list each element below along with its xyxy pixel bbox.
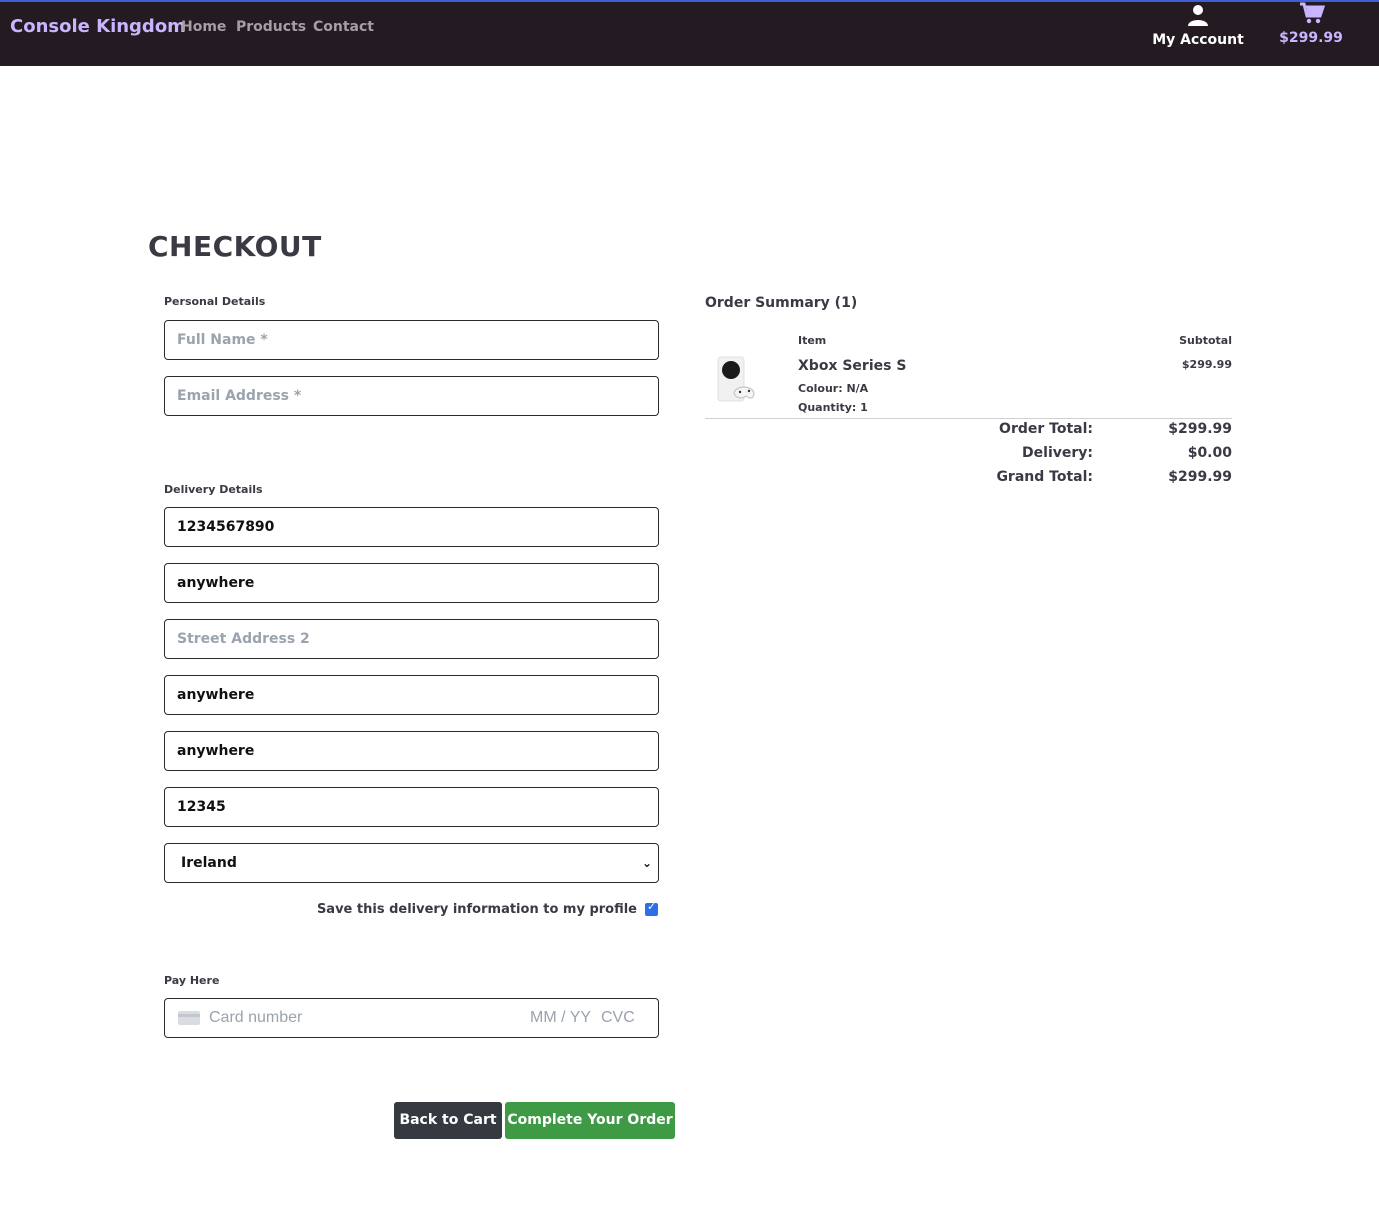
shopping-cart-icon <box>1300 2 1325 24</box>
phone-input[interactable]: 1234567890 <box>164 507 659 547</box>
brand-logo[interactable]: Console Kingdom <box>10 16 186 37</box>
country-select-value: Ireland <box>181 855 237 871</box>
chevron-down-icon: ⌄ <box>641 856 652 870</box>
complete-order-button[interactable]: Complete Your Order <box>505 1102 675 1139</box>
card-element[interactable]: Card number MM / YY CVC <box>164 998 659 1038</box>
nav-link-home[interactable]: Home <box>181 19 226 35</box>
subtotal-column-header: Subtotal <box>1179 334 1232 347</box>
country-select[interactable]: Ireland ⌄ <box>164 843 659 883</box>
email-input[interactable]: Email Address * <box>164 376 659 416</box>
page-title: CHECKOUT <box>148 230 322 263</box>
product-image <box>717 356 755 402</box>
back-to-cart-button[interactable]: Back to Cart <box>394 1102 502 1139</box>
pay-here-label: Pay Here <box>164 974 220 987</box>
street-address-2-input[interactable]: Street Address 2 <box>164 619 659 659</box>
product-name: Xbox Series S <box>798 358 907 374</box>
cart-total: $299.99 <box>1279 30 1343 46</box>
full-name-input[interactable]: Full Name * <box>164 320 659 360</box>
order-summary-title: Order Summary (1) <box>705 295 858 311</box>
grand-total-value: $299.99 <box>1168 469 1232 485</box>
card-expiry-placeholder: MM / YY <box>530 1009 592 1026</box>
credit-card-icon <box>178 1011 200 1025</box>
delivery-details-label: Delivery Details <box>164 483 263 496</box>
street-address-1-input[interactable]: anywhere <box>164 563 659 603</box>
save-info-checkbox[interactable]: ✓ <box>645 900 658 916</box>
card-number-placeholder: Card number <box>209 1009 303 1026</box>
delivery-label: Delivery: <box>1022 445 1093 461</box>
delivery-value: $0.00 <box>1187 445 1232 461</box>
product-subtotal: $299.99 <box>1181 358 1232 371</box>
postcode-input[interactable]: 12345 <box>164 787 659 827</box>
save-info-row: Save this delivery information to my pro… <box>164 900 659 920</box>
my-account-link[interactable]: My Account <box>1148 4 1248 60</box>
product-quantity: Quantity: 1 <box>798 401 868 414</box>
nav-link-products[interactable]: Products <box>236 19 306 35</box>
county-input[interactable]: anywhere <box>164 731 659 771</box>
town-input[interactable]: anywhere <box>164 675 659 715</box>
personal-details-label: Personal Details <box>164 295 266 308</box>
my-account-label: My Account <box>1152 32 1244 48</box>
navbar: Console Kingdom Home Products Contact My… <box>0 2 1379 66</box>
order-total-label: Order Total: <box>999 421 1093 437</box>
cart-link[interactable]: $299.99 <box>1270 2 1352 58</box>
nav-link-contact[interactable]: Contact <box>313 19 374 35</box>
card-cvc-placeholder: CVC <box>601 1009 635 1026</box>
summary-divider <box>705 418 1232 419</box>
grand-total-label: Grand Total: <box>996 469 1093 485</box>
user-icon <box>1188 5 1208 26</box>
save-info-label: Save this delivery information to my pro… <box>316 902 637 917</box>
checkmark-icon: ✓ <box>647 900 657 913</box>
order-total-value: $299.99 <box>1168 421 1232 437</box>
product-colour: Colour: N/A <box>798 382 869 395</box>
item-column-header: Item <box>798 334 827 347</box>
